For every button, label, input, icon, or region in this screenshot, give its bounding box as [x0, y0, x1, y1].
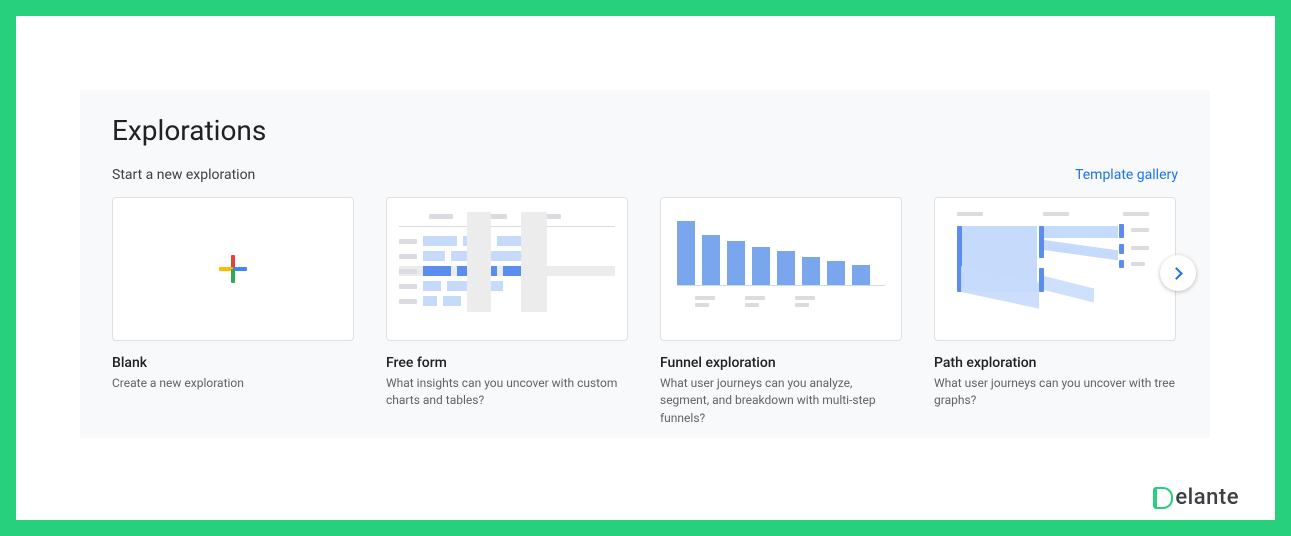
plus-icon — [219, 255, 247, 283]
template-gallery-link[interactable]: Template gallery — [1075, 167, 1178, 183]
card-path-thumb — [934, 197, 1176, 341]
card-title: Path exploration — [934, 355, 1176, 371]
card-title: Free form — [386, 355, 628, 371]
card-blank[interactable]: Blank Create a new exploration — [112, 197, 354, 427]
card-blank-thumb — [112, 197, 354, 341]
explorations-panel: Explorations Start a new exploration Tem… — [80, 90, 1210, 438]
card-desc: Create a new exploration — [112, 375, 354, 392]
template-cards-row: Blank Create a new exploration — [112, 197, 1178, 427]
card-funnel-thumb — [660, 197, 902, 341]
delante-logo-d-icon — [1153, 487, 1173, 509]
outer-frame: Explorations Start a new exploration Tem… — [0, 0, 1291, 536]
scroll-next-button[interactable] — [1160, 255, 1196, 291]
card-path[interactable]: Path exploration What user journeys can … — [934, 197, 1176, 427]
card-title: Funnel exploration — [660, 355, 902, 371]
row-header: Start a new exploration Template gallery — [112, 167, 1178, 183]
card-desc: What user journeys can you uncover with … — [934, 375, 1176, 410]
card-desc: What insights can you uncover with custo… — [386, 375, 628, 410]
delante-logo: elante — [1153, 485, 1239, 510]
card-title: Blank — [112, 355, 354, 371]
page-title: Explorations — [112, 114, 1178, 147]
card-free-form[interactable]: Free form What insights can you uncover … — [386, 197, 628, 427]
start-subtitle: Start a new exploration — [112, 167, 255, 183]
card-funnel[interactable]: Funnel exploration What user journeys ca… — [660, 197, 902, 427]
card-desc: What user journeys can you analyze, segm… — [660, 375, 902, 427]
delante-logo-text: elante — [1175, 485, 1239, 510]
card-free-form-thumb — [386, 197, 628, 341]
chevron-right-icon — [1170, 267, 1183, 280]
